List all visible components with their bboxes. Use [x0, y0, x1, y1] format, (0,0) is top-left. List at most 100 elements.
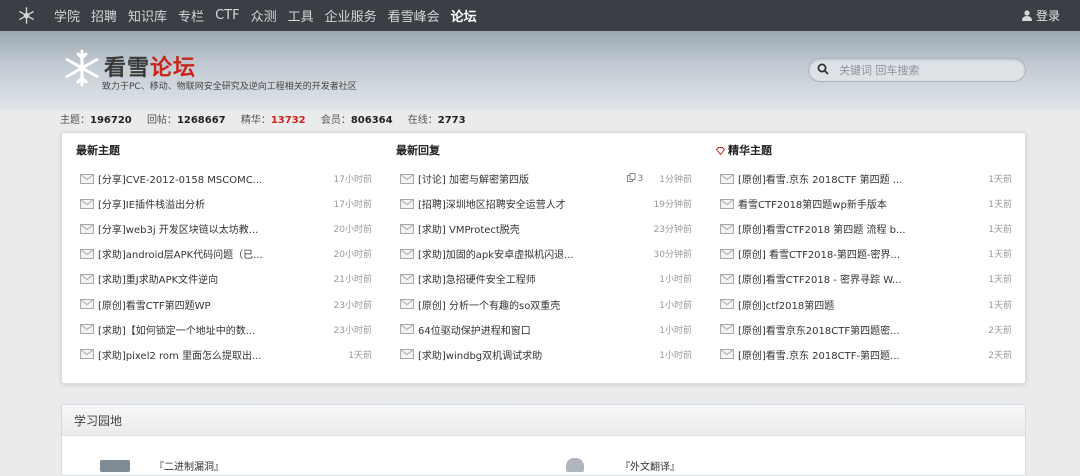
topic-row[interactable]: [招聘]深圳地区招聘安全运营人才 19分钟前 [400, 191, 692, 216]
topic-title[interactable]: [求助]pixel2 rom 里面怎么提取出... [98, 347, 342, 362]
topic-row[interactable]: [分享]IE插件栈溢出分析 17小时前 [80, 191, 372, 216]
topic-row[interactable]: [求助]加固的apk安卓虚拟机闪退... 30分钟前 [400, 241, 692, 266]
nav-item[interactable]: 众测 [251, 6, 277, 25]
topic-title[interactable]: [原创]看雪CTF2018 第四题 流程 b... [738, 221, 982, 236]
topic-row[interactable]: [分享]web3j 开发区块链以太坊教... 20小时前 [80, 216, 372, 241]
topic-title[interactable]: [讨论] 加密与解密第四版 [418, 171, 627, 186]
nav-item[interactable]: 知识库 [128, 6, 167, 25]
login-link[interactable]: 登录 [1021, 0, 1060, 31]
topic-row[interactable]: [原创]ctf2018第四题 1天前 [720, 292, 1012, 317]
topic-title[interactable]: [原创]看雪京东2018CTF第四题密... [738, 322, 982, 337]
topic-time: 17小时前 [333, 200, 372, 211]
topic-title[interactable]: [原创]看雪CTF第四题WP [98, 297, 328, 312]
search-box [808, 58, 1026, 82]
topic-title[interactable]: [分享]CVE-2012-0158 MSCOMC... [98, 171, 328, 186]
mail-icon [720, 248, 734, 259]
topic-time: 2天前 [988, 350, 1012, 361]
nav-item[interactable]: CTF [215, 8, 240, 23]
topic-time: 1小时前 [659, 300, 692, 311]
topic-title[interactable]: [原创]看雪CTF2018 - 密界寻踪 W... [738, 271, 982, 286]
latest-replies-title: 最新回复 [396, 144, 440, 157]
topic-time: 1小时前 [659, 325, 692, 336]
learning-section-title: 学习园地 [62, 405, 1025, 436]
mail-icon [720, 173, 734, 184]
topic-row[interactable]: [求助]【如何锁定一个地址中的数... 23小时前 [80, 317, 372, 342]
topic-time: 1天前 [988, 275, 1012, 286]
topic-row[interactable]: 看雪CTF2018第四题wp新手版本 1天前 [720, 191, 1012, 216]
topic-row[interactable]: 64位驱动保护进程和窗口 1小时前 [400, 317, 692, 342]
topic-row[interactable]: [求助]急招硬件安全工程师 1小时前 [400, 266, 692, 291]
mail-icon [80, 173, 94, 184]
translate-icon [566, 458, 584, 472]
topic-time: 1天前 [988, 175, 1012, 185]
reply-count: 3 [626, 173, 643, 184]
topic-title[interactable]: [原创] 看雪CTF2018-第四题-密界... [738, 246, 982, 261]
mail-icon [400, 223, 414, 234]
mail-icon [720, 198, 734, 209]
topic-row[interactable]: [原创]看雪CTF2018 - 密界寻踪 W... 1天前 [720, 266, 1012, 291]
topic-title[interactable]: [招聘]深圳地区招聘安全运营人才 [418, 196, 648, 211]
topic-row[interactable]: [求助]windbg双机调试求助 1小时前 [400, 342, 692, 367]
topic-title[interactable]: [求助]重J求助APK文件逆向 [98, 271, 328, 286]
topic-title[interactable]: [分享]web3j 开发区块链以太坊教... [98, 221, 328, 236]
topic-row[interactable]: [原创]看雪CTF第四题WP 23小时前 [80, 292, 372, 317]
learn-item-translation[interactable]: 『外文翻译』 [620, 458, 680, 473]
topic-title[interactable]: [原创]看雪.京东 2018CTF-第四题... [738, 347, 982, 362]
topic-row[interactable]: [原创]看雪京东2018CTF第四题密... 2天前 [720, 317, 1012, 342]
topic-title[interactable]: [求助] VMProtect脱壳 [418, 221, 648, 236]
topic-time: 20小时前 [333, 225, 372, 236]
learn-item-binary[interactable]: 『二进制漏洞』 [154, 458, 224, 473]
topic-row[interactable]: [原创] 看雪CTF2018-第四题-密界... 1天前 [720, 241, 1012, 266]
topic-title[interactable]: [求助]【如何锁定一个地址中的数... [98, 322, 328, 337]
topic-title[interactable]: [分享]IE插件栈溢出分析 [98, 196, 328, 211]
topic-title[interactable]: [求助]加固的apk安卓虚拟机闪退... [418, 246, 648, 261]
mail-icon [80, 349, 94, 360]
topic-title[interactable]: [原创] 分析一个有趣的so双重壳 [418, 297, 653, 312]
mail-icon [400, 299, 414, 309]
nav-item[interactable]: 工具 [288, 6, 314, 25]
topic-time: 2天前 [988, 325, 1012, 336]
topic-row[interactable]: [分享]CVE-2012-0158 MSCOMC... 17小时前 [80, 166, 372, 191]
nav-item[interactable]: 招聘 [91, 6, 117, 25]
topic-row[interactable]: [求助]android层APK代码问题（已... 20小时前 [80, 241, 372, 266]
mail-icon [80, 324, 94, 335]
search-icon[interactable] [817, 63, 829, 75]
topic-row[interactable]: [求助]pixel2 rom 里面怎么提取出... 1天前 [80, 342, 372, 367]
topic-title[interactable]: 看雪CTF2018第四题wp新手版本 [738, 196, 982, 211]
nav-item[interactable]: 看雪峰会 [388, 6, 440, 25]
topic-time: 1天前 [348, 350, 372, 361]
snowflake-logo-icon[interactable] [18, 7, 35, 24]
topic-row[interactable]: [求助] VMProtect脱壳 23分钟前 [400, 216, 692, 241]
topic-time: 30分钟前 [653, 250, 692, 261]
topic-time: 1天前 [988, 250, 1012, 261]
topic-title[interactable]: [求助]急招硬件安全工程师 [418, 271, 653, 286]
mail-icon [720, 273, 734, 284]
search-input[interactable] [837, 61, 1021, 80]
nav-item[interactable]: 专栏 [178, 6, 204, 25]
nav-item[interactable]: 学院 [54, 6, 80, 25]
binary-vuln-icon [100, 460, 130, 472]
topic-title[interactable]: [求助]android层APK代码问题（已... [98, 246, 328, 261]
topic-row[interactable]: [求助]重J求助APK文件逆向 21小时前 [80, 266, 372, 291]
replies-count: 1268667 [176, 115, 226, 126]
nav-item[interactable]: 论坛 [451, 6, 477, 25]
topic-row[interactable]: [原创]看雪CTF2018 第四题 流程 b... 1天前 [720, 216, 1012, 241]
mail-icon [400, 248, 414, 259]
topic-title[interactable]: 64位驱动保护进程和窗口 [418, 322, 653, 337]
topic-row[interactable]: [原创] 分析一个有趣的so双重壳 1小时前 [400, 292, 692, 317]
mail-icon [400, 324, 414, 335]
topic-title[interactable]: [原创]看雪.京东 2018CTF 第四题 ... [738, 171, 982, 186]
topic-time: 1分钟前 [659, 175, 692, 185]
nav-item[interactable]: 企业服务 [325, 6, 377, 25]
forum-brand[interactable]: 看雪论坛 致力于PC、移动、物联网安全研究及逆向工程相关的开发者社区 [62, 48, 382, 104]
topic-title[interactable]: [求助]windbg双机调试求助 [418, 347, 653, 362]
mail-icon [80, 273, 94, 284]
forum-name: 看雪论坛 [104, 55, 197, 81]
topic-row[interactable]: [原创]看雪.京东 2018CTF-第四题... 2天前 [720, 342, 1012, 367]
topic-row[interactable]: [讨论] 加密与解密第四版 3 1分钟前 [400, 166, 692, 191]
digest-topics-title: 精华主题 [715, 142, 772, 158]
topic-row[interactable]: [原创]看雪.京东 2018CTF 第四题 ... 1天前 [720, 166, 1012, 191]
topic-time: 1天前 [988, 300, 1012, 311]
mail-icon [400, 198, 414, 209]
topic-title[interactable]: [原创]ctf2018第四题 [738, 297, 982, 312]
